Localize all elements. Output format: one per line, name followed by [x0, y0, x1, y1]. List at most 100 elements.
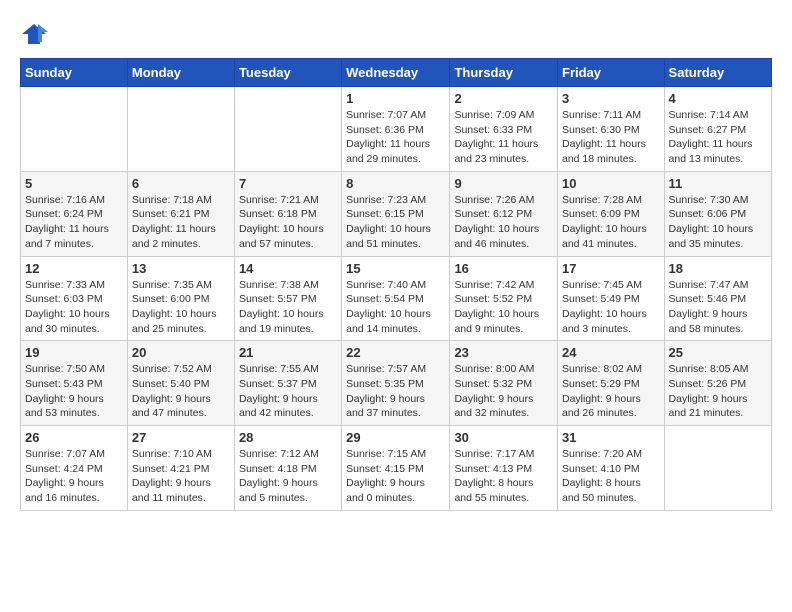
- day-number: 13: [132, 261, 230, 276]
- day-number: 6: [132, 176, 230, 191]
- calendar-cell: 18Sunrise: 7:47 AM Sunset: 5:46 PM Dayli…: [664, 256, 771, 341]
- day-info: Sunrise: 7:21 AM Sunset: 6:18 PM Dayligh…: [239, 193, 337, 252]
- day-info: Sunrise: 7:50 AM Sunset: 5:43 PM Dayligh…: [25, 362, 123, 421]
- header-row: SundayMondayTuesdayWednesdayThursdayFrid…: [21, 59, 772, 87]
- day-info: Sunrise: 7:35 AM Sunset: 6:00 PM Dayligh…: [132, 278, 230, 337]
- day-info: Sunrise: 7:57 AM Sunset: 5:35 PM Dayligh…: [346, 362, 445, 421]
- header-day-saturday: Saturday: [664, 59, 771, 87]
- day-number: 2: [454, 91, 553, 106]
- calendar-cell: 13 Sunrise: 7:35 AM Sunset: 6:00 PM Dayli…: [127, 256, 234, 341]
- day-info: Sunrise: 7:11 AM Sunset: 6:30 PM Dayligh…: [562, 108, 660, 167]
- calendar-cell: 22 Sunrise: 7:57 AM Sunset: 5:35 PM Dayli…: [342, 341, 450, 426]
- day-info: Sunrise: 7:20 AM Sunset: 4:10 PM Dayligh…: [562, 447, 660, 506]
- calendar-cell: 9 Sunrise: 7:26 AM Sunset: 6:12 PM Daylig…: [450, 171, 558, 256]
- calendar-cell: 29 Sunrise: 7:15 AM Sunset: 4:15 PM Dayli…: [342, 426, 450, 511]
- day-info: Sunrise: 7:40 AM Sunset: 5:54 PM Dayligh…: [346, 278, 445, 337]
- day-info: Sunrise: 7:45 AM Sunset: 5:49 PM Dayligh…: [562, 278, 660, 337]
- day-info: Sunrise: 7:38 AM Sunset: 5:57 PM Dayligh…: [239, 278, 337, 337]
- day-number: 9: [454, 176, 553, 191]
- day-number: 24: [562, 345, 660, 360]
- day-number: 4: [669, 91, 767, 106]
- day-number: 17: [562, 261, 660, 276]
- day-number: 19: [25, 345, 123, 360]
- calendar-header: SundayMondayTuesdayWednesdayThursdayFrid…: [21, 59, 772, 87]
- header-day-sunday: Sunday: [21, 59, 128, 87]
- calendar-cell: 15 Sunrise: 7:40 AM Sunset: 5:54 PM Dayli…: [342, 256, 450, 341]
- calendar-cell: 19 Sunrise: 7:50 AM Sunset: 5:43 PM Dayli…: [21, 341, 128, 426]
- calendar-cell: 26 Sunrise: 7:07 AM Sunset: 4:24 PM Dayli…: [21, 426, 128, 511]
- calendar-cell: 24Sunrise: 8:02 AM Sunset: 5:29 PM Dayli…: [558, 341, 665, 426]
- day-info: Sunrise: 7:16 AM Sunset: 6:24 PM Dayligh…: [25, 193, 123, 252]
- day-info: Sunrise: 7:10 AM Sunset: 4:21 PM Dayligh…: [132, 447, 230, 506]
- day-info: Sunrise: 7:07 AM Sunset: 6:36 PM Dayligh…: [346, 108, 445, 167]
- day-info: Sunrise: 7:18 AM Sunset: 6:21 PM Dayligh…: [132, 193, 230, 252]
- calendar-cell: 20Sunrise: 7:52 AM Sunset: 5:40 PM Dayli…: [127, 341, 234, 426]
- day-number: 31: [562, 430, 660, 445]
- calendar-cell: 4 Sunrise: 7:14 AM Sunset: 6:27 PM Daylig…: [664, 87, 771, 172]
- week-row-5: 26 Sunrise: 7:07 AM Sunset: 4:24 PM Dayli…: [21, 426, 772, 511]
- week-row-4: 19 Sunrise: 7:50 AM Sunset: 5:43 PM Dayli…: [21, 341, 772, 426]
- header-day-monday: Monday: [127, 59, 234, 87]
- day-number: 11: [669, 176, 767, 191]
- calendar-body: 1Sunrise: 7:07 AM Sunset: 6:36 PM Daylig…: [21, 87, 772, 511]
- day-info: Sunrise: 7:14 AM Sunset: 6:27 PM Dayligh…: [669, 108, 767, 167]
- calendar-cell: 27 Sunrise: 7:10 AM Sunset: 4:21 PM Dayli…: [127, 426, 234, 511]
- calendar-cell: [664, 426, 771, 511]
- calendar-cell: 3 Sunrise: 7:11 AM Sunset: 6:30 PM Daylig…: [558, 87, 665, 172]
- day-number: 18: [669, 261, 767, 276]
- day-number: 5: [25, 176, 123, 191]
- day-info: Sunrise: 8:00 AM Sunset: 5:32 PM Dayligh…: [454, 362, 553, 421]
- header-day-wednesday: Wednesday: [342, 59, 450, 87]
- header-day-thursday: Thursday: [450, 59, 558, 87]
- page-header: [20, 20, 772, 48]
- day-info: Sunrise: 7:30 AM Sunset: 6:06 PM Dayligh…: [669, 193, 767, 252]
- day-number: 28: [239, 430, 337, 445]
- calendar-table: SundayMondayTuesdayWednesdayThursdayFrid…: [20, 58, 772, 511]
- day-info: Sunrise: 7:09 AM Sunset: 6:33 PM Dayligh…: [454, 108, 553, 167]
- week-row-1: 1Sunrise: 7:07 AM Sunset: 6:36 PM Daylig…: [21, 87, 772, 172]
- calendar-cell: 23 Sunrise: 8:00 AM Sunset: 5:32 PM Dayli…: [450, 341, 558, 426]
- calendar-cell: 25Sunrise: 8:05 AM Sunset: 5:26 PM Dayli…: [664, 341, 771, 426]
- day-info: Sunrise: 7:26 AM Sunset: 6:12 PM Dayligh…: [454, 193, 553, 252]
- day-info: Sunrise: 7:33 AM Sunset: 6:03 PM Dayligh…: [25, 278, 123, 337]
- day-number: 26: [25, 430, 123, 445]
- calendar-cell: 5 Sunrise: 7:16 AM Sunset: 6:24 PM Daylig…: [21, 171, 128, 256]
- day-info: Sunrise: 7:28 AM Sunset: 6:09 PM Dayligh…: [562, 193, 660, 252]
- calendar-cell: 7Sunrise: 7:21 AM Sunset: 6:18 PM Daylig…: [234, 171, 341, 256]
- day-info: Sunrise: 7:52 AM Sunset: 5:40 PM Dayligh…: [132, 362, 230, 421]
- calendar-cell: 12 Sunrise: 7:33 AM Sunset: 6:03 PM Dayli…: [21, 256, 128, 341]
- day-number: 27: [132, 430, 230, 445]
- day-number: 14: [239, 261, 337, 276]
- day-number: 25: [669, 345, 767, 360]
- calendar-cell: 11 Sunrise: 7:30 AM Sunset: 6:06 PM Dayli…: [664, 171, 771, 256]
- day-number: 29: [346, 430, 445, 445]
- calendar-cell: 14 Sunrise: 7:38 AM Sunset: 5:57 PM Dayli…: [234, 256, 341, 341]
- calendar-cell: 28 Sunrise: 7:12 AM Sunset: 4:18 PM Dayli…: [234, 426, 341, 511]
- calendar-cell: [21, 87, 128, 172]
- day-number: 30: [454, 430, 553, 445]
- day-info: Sunrise: 7:12 AM Sunset: 4:18 PM Dayligh…: [239, 447, 337, 506]
- logo: [20, 20, 52, 48]
- header-day-friday: Friday: [558, 59, 665, 87]
- day-info: Sunrise: 7:07 AM Sunset: 4:24 PM Dayligh…: [25, 447, 123, 506]
- calendar-cell: 30 Sunrise: 7:17 AM Sunset: 4:13 PM Dayli…: [450, 426, 558, 511]
- day-info: Sunrise: 7:55 AM Sunset: 5:37 PM Dayligh…: [239, 362, 337, 421]
- logo-icon: [20, 20, 48, 48]
- calendar-cell: 17 Sunrise: 7:45 AM Sunset: 5:49 PM Dayli…: [558, 256, 665, 341]
- day-number: 8: [346, 176, 445, 191]
- calendar-cell: 8 Sunrise: 7:23 AM Sunset: 6:15 PM Daylig…: [342, 171, 450, 256]
- calendar-cell: 2 Sunrise: 7:09 AM Sunset: 6:33 PM Daylig…: [450, 87, 558, 172]
- day-number: 10: [562, 176, 660, 191]
- day-info: Sunrise: 7:42 AM Sunset: 5:52 PM Dayligh…: [454, 278, 553, 337]
- day-info: Sunrise: 7:15 AM Sunset: 4:15 PM Dayligh…: [346, 447, 445, 506]
- calendar-cell: [234, 87, 341, 172]
- day-number: 3: [562, 91, 660, 106]
- day-info: Sunrise: 7:23 AM Sunset: 6:15 PM Dayligh…: [346, 193, 445, 252]
- day-number: 23: [454, 345, 553, 360]
- calendar-cell: 10 Sunrise: 7:28 AM Sunset: 6:09 PM Dayli…: [558, 171, 665, 256]
- day-number: 15: [346, 261, 445, 276]
- day-number: 12: [25, 261, 123, 276]
- day-number: 22: [346, 345, 445, 360]
- day-number: 16: [454, 261, 553, 276]
- day-info: Sunrise: 7:17 AM Sunset: 4:13 PM Dayligh…: [454, 447, 553, 506]
